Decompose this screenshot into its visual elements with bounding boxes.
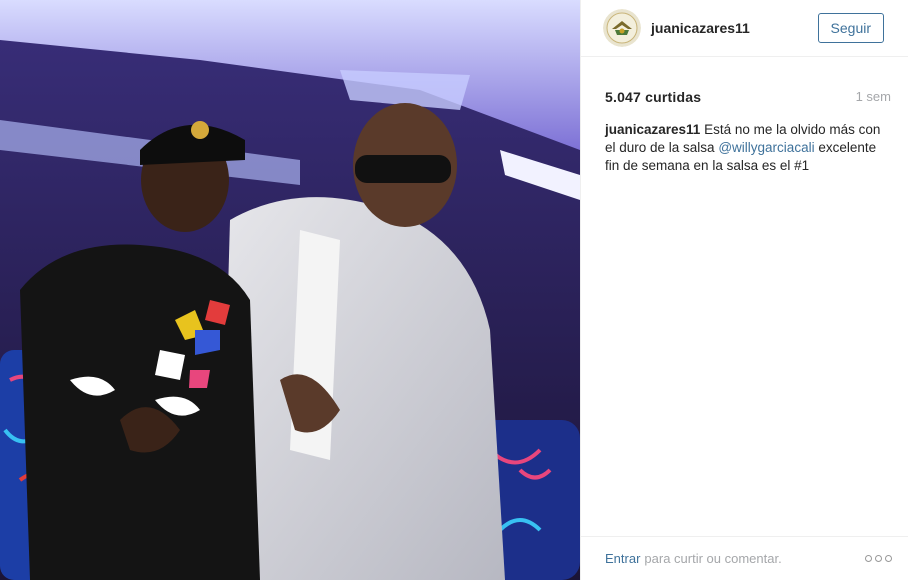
login-link[interactable]: Entrar [605, 551, 640, 566]
post-header: juanicazares11 Seguir [581, 0, 908, 57]
login-prompt-text: para curtir ou comentar. [644, 551, 782, 566]
more-dot [865, 555, 872, 562]
instagram-post: juanicazares11 Seguir 5.047 curtidas 1 s… [0, 0, 908, 580]
more-dot [875, 555, 882, 562]
avatar-emblem-icon[interactable] [603, 9, 641, 47]
post-meta: 5.047 curtidas 1 sem [581, 57, 908, 109]
post-footer: Entrar para curtir ou comentar. [581, 536, 908, 580]
post-photo[interactable] [0, 0, 580, 580]
caption-mention-link[interactable]: @willygarciacali [718, 140, 814, 155]
photo-illustration [0, 0, 580, 580]
post-username[interactable]: juanicazares11 [651, 20, 818, 36]
post-sidebar: juanicazares11 Seguir 5.047 curtidas 1 s… [580, 0, 908, 580]
post-caption: juanicazares11 Está no me la olvido más … [581, 109, 908, 175]
follow-button[interactable]: Seguir [817, 13, 884, 43]
post-time[interactable]: 1 sem [856, 89, 891, 109]
likes-count[interactable]: 5.047 curtidas [605, 89, 701, 109]
more-dot [885, 555, 892, 562]
caption-username[interactable]: juanicazares11 [605, 122, 700, 137]
more-options-icon[interactable] [865, 555, 892, 562]
